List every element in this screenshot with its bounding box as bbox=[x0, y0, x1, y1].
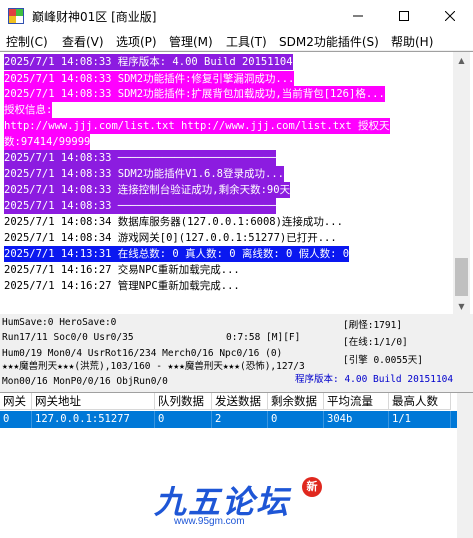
log-scrollbar[interactable]: ▲ ▼ bbox=[453, 52, 470, 314]
log-line: 2025/7/1 14:08:33 SDM2功能插件:扩展背包加载成功,当前背包… bbox=[4, 86, 385, 102]
column-header[interactable]: 最高人数 bbox=[389, 393, 451, 410]
watermark-badge: 新 bbox=[302, 477, 322, 497]
log-line: 2025/7/1 14:08:34 游戏网关[0](127.0.0.1:5127… bbox=[4, 232, 337, 244]
window-title: 巅峰财神01区 [商业版] bbox=[32, 10, 157, 24]
log-line: 2025/7/1 14:08:33 ──────────────────────… bbox=[4, 150, 276, 166]
table-cell: 1/1 bbox=[389, 411, 451, 428]
column-header[interactable]: 剩余数据 bbox=[268, 393, 324, 410]
log-panel[interactable]: 2025/7/1 14:08:33 程序版本: 4.00 Build 20151… bbox=[0, 51, 473, 314]
status-online: [在线:1/1/0] bbox=[343, 337, 408, 348]
table-cell: 127.0.0.1:51277 bbox=[32, 411, 155, 428]
close-icon bbox=[445, 11, 455, 21]
app-icon bbox=[8, 8, 24, 24]
status-lead: [引擎 0.0055天] bbox=[343, 355, 423, 366]
log-line: 2025/7/1 14:13:31 在线总数: 0 真人数: 0 离线数: 0 … bbox=[4, 246, 350, 262]
menu-options[interactable]: 选项(P) bbox=[116, 33, 157, 50]
column-header[interactable]: 平均流量 bbox=[324, 393, 389, 410]
column-header[interactable]: 发送数据 bbox=[212, 393, 268, 410]
menu-control[interactable]: 控制(C) bbox=[6, 33, 48, 50]
log-line: 2025/7/1 14:16:27 交易NPC重新加载完成... bbox=[4, 264, 240, 276]
menu-bar: 控制(C) 查看(V) 选项(P) 管理(M) 工具(T) SDM2功能插件(S… bbox=[0, 32, 473, 51]
minimize-button[interactable] bbox=[335, 0, 381, 32]
menu-tools[interactable]: 工具(T) bbox=[226, 33, 267, 50]
log-line: 授权信息: bbox=[4, 102, 53, 118]
watermark-url: www.95gm.com bbox=[174, 516, 245, 527]
table-cell: 0 bbox=[155, 411, 212, 428]
log-line: 数:97414/99999 bbox=[4, 134, 91, 150]
status-version: 程序版本: 4.00 Build 20151104 bbox=[295, 374, 454, 385]
table-cell: 0 bbox=[0, 411, 32, 428]
column-header[interactable]: 队列数据 bbox=[155, 393, 212, 410]
status-boss: ★★★魔兽刑天★★★(洪荒),103/160 - ★★★魔兽刑天★★★(恐怖),… bbox=[2, 361, 305, 372]
log-line: 2025/7/1 14:08:33 SDM2功能插件V1.6.8登录成功... bbox=[4, 166, 284, 182]
column-header[interactable]: 网关 bbox=[0, 393, 32, 410]
status-run: Run17/11 Soc0/0 Usr0/35 bbox=[2, 332, 134, 343]
maximize-button[interactable] bbox=[381, 0, 427, 32]
log-line: 2025/7/1 14:16:27 管理NPC重新加载完成... bbox=[4, 280, 240, 292]
menu-view[interactable]: 查看(V) bbox=[62, 33, 104, 50]
status-save: HumSave:0 HeroSave:0 bbox=[2, 317, 117, 328]
log-line: 2025/7/1 14:08:34 数据库服务器(127.0.0.1:6008)… bbox=[4, 216, 343, 228]
menu-sdm2-plugin[interactable]: SDM2功能插件(S) bbox=[279, 33, 379, 50]
menu-manage[interactable]: 管理(M) bbox=[169, 33, 213, 50]
minimize-icon bbox=[353, 15, 363, 17]
scroll-down-icon[interactable]: ▼ bbox=[453, 298, 470, 314]
table-scrollbar[interactable] bbox=[457, 393, 473, 538]
log-line: 2025/7/1 14:08:33 程序版本: 4.00 Build 20151… bbox=[4, 54, 293, 70]
maximize-icon bbox=[399, 11, 409, 21]
log-line: http://www.jjj.com/list.txt http://www.j… bbox=[4, 118, 390, 134]
log-line: 2025/7/1 14:08:33 连接控制台验证成功,剩余天数:90天 bbox=[4, 182, 291, 198]
status-uptime: 0:7:58 [M][F] bbox=[226, 332, 301, 343]
scrollbar-thumb[interactable] bbox=[455, 258, 468, 296]
close-button[interactable] bbox=[427, 0, 473, 32]
scroll-up-icon[interactable]: ▲ bbox=[453, 52, 470, 69]
title-bar: 巅峰财神01区 [商业版] bbox=[0, 0, 473, 32]
watermark-logo: 九五论坛 新 www.95gm.com bbox=[150, 477, 325, 535]
table-cell: 2 bbox=[212, 411, 268, 428]
column-header[interactable]: 网关地址 bbox=[32, 393, 155, 410]
status-hum: Hum0/19 Mon0/4 UsrRot16/234 Merch0/16 Np… bbox=[2, 348, 283, 359]
table-cell: 304b bbox=[324, 411, 389, 428]
table-cell: 0 bbox=[268, 411, 324, 428]
status-mon: Mon00/16 MonP0/0/16 ObjRun0/0 bbox=[2, 376, 168, 387]
menu-help[interactable]: 帮助(H) bbox=[391, 33, 433, 50]
log-line: 2025/7/1 14:08:33 ──────────────────────… bbox=[4, 198, 276, 214]
log-line: 2025/7/1 14:08:33 SDM2功能插件:修复引擎漏洞成功... bbox=[4, 71, 295, 87]
status-refresh: [刷怪:1791] bbox=[343, 320, 403, 331]
status-panel: HumSave:0 HeroSave:0 Run17/11 Soc0/0 Usr… bbox=[0, 314, 473, 392]
